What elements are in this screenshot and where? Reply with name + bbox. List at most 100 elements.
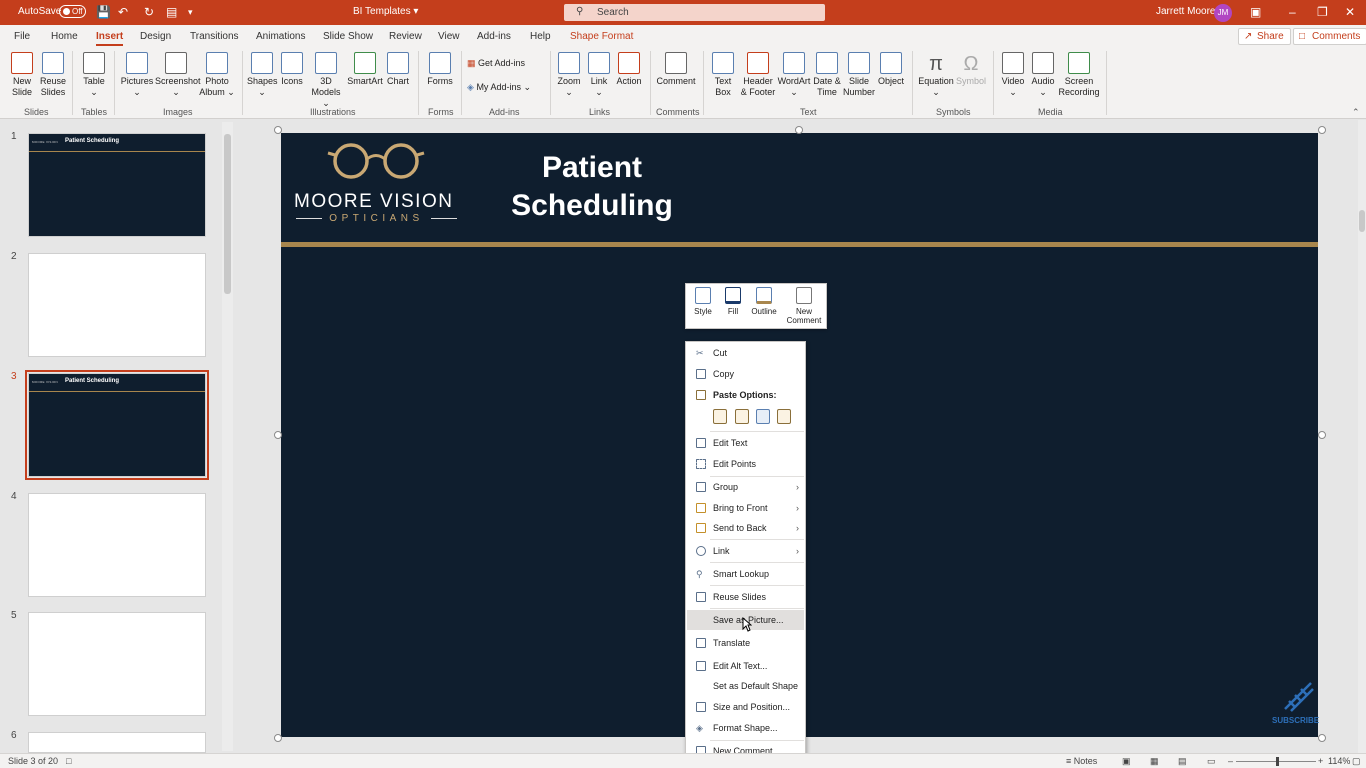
tab-review[interactable]: Review: [389, 31, 422, 42]
menu-smart-lookup[interactable]: ⚲ Smart Lookup: [687, 564, 804, 584]
shapes-button[interactable]: Shapes ⌄: [247, 52, 278, 98]
outline-button[interactable]: Outline: [749, 287, 779, 316]
zoom-slider-knob[interactable]: [1276, 757, 1279, 766]
comments-button[interactable]: □ Comments: [1293, 28, 1366, 45]
slide-sorter-icon[interactable]: ▦: [1150, 756, 1159, 767]
document-title[interactable]: BI Templates ▾: [353, 6, 418, 17]
normal-view-icon[interactable]: ▣: [1122, 756, 1131, 767]
avatar[interactable]: JM: [1214, 4, 1232, 22]
video-button[interactable]: Video ⌄: [1000, 52, 1026, 98]
resize-handle[interactable]: [1318, 126, 1326, 134]
style-button[interactable]: Style: [692, 287, 714, 316]
resize-handle[interactable]: [274, 126, 282, 134]
action-button[interactable]: Action: [615, 52, 643, 87]
tab-insert[interactable]: Insert: [96, 31, 124, 46]
minimize-icon[interactable]: –: [1289, 4, 1296, 20]
paste-text-only-icon[interactable]: [777, 409, 791, 424]
menu-format-shape[interactable]: ◈ Format Shape...: [687, 718, 804, 738]
slide-thumbnail-4[interactable]: [28, 493, 206, 597]
restore-icon[interactable]: ❐: [1317, 4, 1328, 20]
header-footer-button[interactable]: Header & Footer: [739, 52, 777, 98]
reuse-slides-button[interactable]: Reuse Slides: [39, 52, 67, 98]
resize-handle[interactable]: [1318, 734, 1326, 742]
scrollbar-thumb[interactable]: [1359, 210, 1365, 232]
3d-models-button[interactable]: 3D Models ⌄: [307, 52, 345, 109]
zoom-level[interactable]: 114%: [1328, 756, 1350, 766]
smartart-button[interactable]: SmartArt: [346, 52, 384, 87]
resize-handle[interactable]: [1318, 431, 1326, 439]
slide-thumbnail-3[interactable]: MOORE VISION Patient Scheduling: [25, 370, 209, 480]
slide-thumbnail-1[interactable]: MOORE VISION Patient Scheduling: [28, 133, 206, 237]
tab-transitions[interactable]: Transitions: [190, 31, 239, 42]
icons-button[interactable]: Icons: [279, 52, 305, 87]
forms-button[interactable]: Forms: [425, 52, 455, 87]
slideshow-icon[interactable]: ▭: [1207, 756, 1216, 767]
paste-use-destination-theme-icon[interactable]: [713, 409, 727, 424]
tab-view[interactable]: View: [438, 31, 460, 42]
tab-add-ins[interactable]: Add-ins: [477, 31, 511, 42]
autosave-toggle[interactable]: Off: [59, 5, 86, 18]
menu-reuse-slides[interactable]: Reuse Slides: [687, 587, 804, 607]
slide-number-button[interactable]: Slide Number: [842, 52, 876, 98]
slide-thumbnail-2[interactable]: [28, 253, 206, 357]
get-add-ins-button[interactable]: ▦ Get Add-ins: [467, 58, 537, 69]
slide-title[interactable]: Patient Scheduling: [497, 149, 687, 225]
slide-thumbnail-6[interactable]: [28, 732, 206, 753]
undo-icon[interactable]: ↶: [118, 4, 128, 20]
tab-slide-show[interactable]: Slide Show: [323, 31, 373, 42]
new-slide-button[interactable]: New Slide: [9, 52, 35, 98]
object-button[interactable]: Object: [877, 52, 905, 87]
close-icon[interactable]: ✕: [1345, 4, 1355, 20]
notes-button[interactable]: ≡ Notes: [1066, 756, 1097, 766]
resize-handle[interactable]: [274, 734, 282, 742]
reading-view-icon[interactable]: ▤: [1178, 756, 1187, 767]
menu-copy[interactable]: Copy: [687, 364, 804, 384]
search-box[interactable]: ⚲ Search: [564, 4, 825, 21]
menu-edit-text[interactable]: Edit Text: [687, 433, 804, 453]
audio-button[interactable]: Audio ⌄: [1030, 52, 1056, 98]
customize-qat-icon[interactable]: ▾: [188, 4, 193, 20]
thumbnail-scrollbar[interactable]: [222, 122, 233, 751]
date-time-button[interactable]: Date & Time: [812, 52, 842, 98]
ribbon-display-icon[interactable]: ▣: [1250, 4, 1261, 20]
menu-translate[interactable]: Translate: [687, 633, 804, 653]
resize-handle[interactable]: [795, 126, 803, 134]
comment-button[interactable]: Comment: [656, 52, 696, 87]
save-icon[interactable]: 💾: [96, 4, 111, 20]
tab-help[interactable]: Help: [530, 31, 551, 42]
tab-animations[interactable]: Animations: [256, 31, 305, 42]
slide-thumbnail-5[interactable]: [28, 612, 206, 716]
collapse-ribbon-icon[interactable]: ⌃: [1352, 107, 1360, 118]
share-button[interactable]: ↗ Share: [1238, 28, 1291, 45]
menu-send-to-back[interactable]: Send to Back ›: [687, 518, 804, 538]
tab-shape-format[interactable]: Shape Format: [570, 31, 633, 42]
fit-slide-icon[interactable]: ▢: [1352, 756, 1361, 767]
menu-size-position[interactable]: Size and Position...: [687, 697, 804, 717]
scrollbar-thumb[interactable]: [224, 134, 231, 294]
present-icon[interactable]: ▤: [166, 4, 177, 20]
tab-file[interactable]: File: [14, 31, 30, 42]
text-box-button[interactable]: Text Box: [710, 52, 736, 98]
zoom-out-icon[interactable]: –: [1228, 756, 1233, 766]
link-button[interactable]: Link ⌄: [587, 52, 611, 98]
menu-bring-to-front[interactable]: Bring to Front ›: [687, 498, 804, 518]
tab-design[interactable]: Design: [140, 31, 171, 42]
symbol-button[interactable]: Ω Symbol: [955, 52, 987, 87]
resize-handle[interactable]: [274, 431, 282, 439]
chart-button[interactable]: Chart: [386, 52, 410, 87]
menu-edit-alt-text[interactable]: Edit Alt Text...: [687, 656, 804, 676]
accessibility-icon[interactable]: □: [66, 756, 71, 766]
wordart-button[interactable]: WordArt ⌄: [777, 52, 811, 98]
equation-button[interactable]: π Equation ⌄: [918, 52, 954, 98]
fill-button[interactable]: Fill: [722, 287, 744, 316]
menu-edit-points[interactable]: Edit Points: [687, 454, 804, 474]
zoom-button[interactable]: Zoom ⌄: [556, 52, 582, 98]
menu-group[interactable]: Group ›: [687, 477, 804, 497]
zoom-in-icon[interactable]: +: [1318, 756, 1323, 766]
my-add-ins-button[interactable]: ◈ My Add-ins ⌄: [467, 82, 543, 93]
paste-picture-icon[interactable]: [756, 409, 770, 424]
table-button[interactable]: Table ⌄: [80, 52, 108, 98]
screen-recording-button[interactable]: Screen Recording: [1058, 52, 1100, 98]
editor-scrollbar[interactable]: [1358, 120, 1366, 753]
pictures-button[interactable]: Pictures ⌄: [120, 52, 154, 98]
